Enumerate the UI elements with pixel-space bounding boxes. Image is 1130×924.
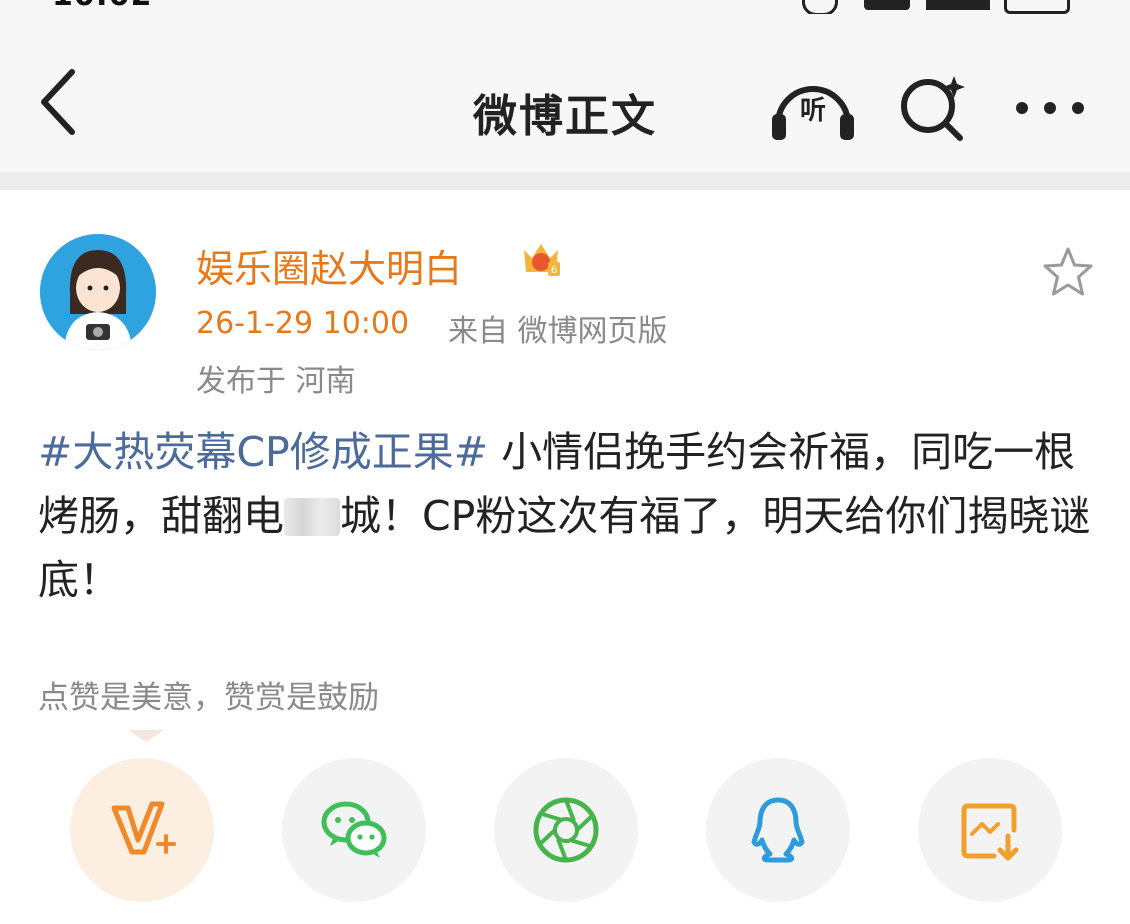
redaction-mosaic bbox=[284, 498, 340, 536]
reward-tip: 点赞是美意，赞赏是鼓励 bbox=[38, 680, 379, 716]
section-divider bbox=[0, 172, 1130, 190]
hashtag-link[interactable]: #大热荧幕CP修成正果# bbox=[38, 428, 488, 476]
wifi-icon bbox=[864, 0, 910, 10]
post-location: 发布于 河南 bbox=[196, 364, 356, 399]
status-time: 10:02 bbox=[52, 0, 153, 13]
share-wechat-button[interactable] bbox=[282, 758, 426, 902]
more-button[interactable] bbox=[1012, 78, 1088, 138]
post-source: 来自 微博网页版 bbox=[448, 314, 668, 349]
signal-icon bbox=[802, 0, 838, 14]
post-timestamp: 26-1-29 10:00 bbox=[196, 306, 410, 341]
search-button[interactable] bbox=[896, 70, 970, 144]
vplus-reward-button[interactable] bbox=[70, 758, 214, 902]
tip-pointer bbox=[128, 730, 164, 742]
navigation-bar: 微博正文 听 bbox=[0, 14, 1130, 172]
save-image-icon bbox=[961, 803, 1019, 861]
share-moments-button[interactable] bbox=[494, 758, 638, 902]
vip-crown-badge-icon[interactable]: 6 bbox=[518, 236, 564, 282]
listen-button[interactable]: 听 bbox=[768, 72, 858, 142]
wechat-icon bbox=[321, 801, 387, 858]
search-icon bbox=[901, 76, 965, 141]
avatar[interactable] bbox=[40, 234, 156, 350]
svg-text:6: 6 bbox=[551, 265, 557, 276]
username-link[interactable]: 娱乐圈赵大明白 bbox=[196, 238, 462, 293]
more-dots-icon bbox=[1016, 102, 1084, 114]
status-bar: 10:02 bbox=[0, 0, 1130, 14]
save-image-button[interactable] bbox=[918, 758, 1062, 902]
weibo-post-page: 10:02 微博正文 听 bbox=[0, 0, 1130, 924]
qq-penguin-icon bbox=[751, 797, 805, 863]
post-body: #大热荧幕CP修成正果# 小情侣挽手约会祈福，同吃一根烤肠，甜翻电 城！CP粉这次… bbox=[38, 420, 1098, 612]
battery-icon bbox=[1004, 0, 1070, 14]
avatar-illustration-icon bbox=[40, 234, 156, 350]
listen-label: 听 bbox=[799, 96, 826, 126]
vplus-icon bbox=[111, 801, 176, 855]
share-qq-button[interactable] bbox=[706, 758, 850, 902]
status-indicators bbox=[802, 0, 1072, 14]
cellular-bars-icon bbox=[926, 0, 990, 10]
star-outline-icon bbox=[1043, 247, 1093, 296]
favorite-button[interactable] bbox=[1040, 244, 1096, 300]
moments-aperture-icon bbox=[533, 797, 599, 863]
